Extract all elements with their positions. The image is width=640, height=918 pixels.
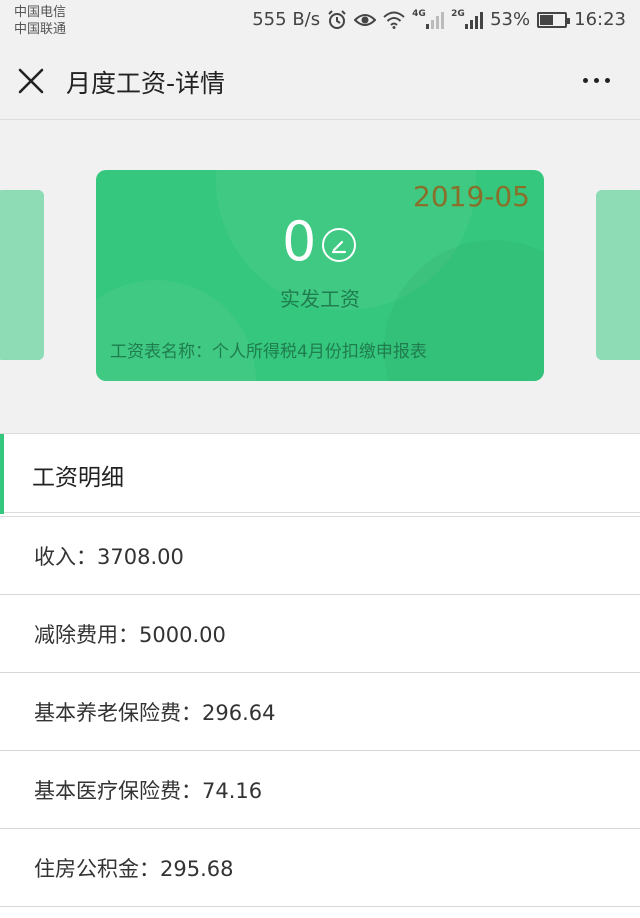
salary-sheet-name: 工资表名称：个人所得税4月份扣缴申报表 bbox=[110, 342, 427, 362]
salary-card[interactable]: 2019-05 0 实发工资 工资表名称：个人所得税4月份扣缴申报表 bbox=[96, 170, 544, 381]
net-salary-amount: 0 bbox=[282, 210, 317, 273]
salary-month: 2019-05 bbox=[413, 180, 530, 213]
status-bar: 中国电信 中国联通 555 B/s 4G 2G 53% 16:23 bbox=[0, 0, 640, 42]
detail-row-pension: 基本养老保险费：296.64 bbox=[0, 673, 640, 751]
page-title: 月度工资-详情 bbox=[66, 69, 226, 98]
next-card[interactable] bbox=[596, 190, 640, 360]
detail-row-income: 收入：3708.00 bbox=[0, 517, 640, 595]
net2-tag: 2G bbox=[451, 8, 465, 19]
salary-details: 工资明细 收入：3708.00 减除费用：5000.00 基本养老保险费：296… bbox=[0, 433, 640, 918]
net1-tag: 4G bbox=[412, 8, 426, 19]
battery-fill bbox=[540, 14, 553, 25]
detail-list: 收入：3708.00 减除费用：5000.00 基本养老保险费：296.64 基… bbox=[0, 516, 640, 907]
section-header: 工资明细 bbox=[0, 433, 640, 514]
eye-icon bbox=[354, 13, 377, 26]
status-indicators: 555 B/s 4G 2G 53% 16:23 bbox=[252, 8, 626, 31]
edit-icon[interactable] bbox=[322, 228, 356, 262]
signal-icon: 4G bbox=[412, 8, 445, 29]
previous-card[interactable] bbox=[0, 190, 44, 360]
more-icon[interactable] bbox=[583, 78, 610, 83]
nav-bar: 月度工资-详情 bbox=[0, 42, 640, 120]
clock: 16:23 bbox=[574, 9, 626, 30]
carrier-2: 中国联通 bbox=[14, 22, 67, 37]
net-speed: 555 B/s bbox=[252, 9, 321, 30]
alarm-icon bbox=[328, 9, 346, 29]
section-accent-bar bbox=[0, 434, 4, 514]
detail-row-medical: 基本医疗保险费：74.16 bbox=[0, 751, 640, 829]
salary-card-carousel: 2019-05 0 实发工资 工资表名称：个人所得税4月份扣缴申报表 bbox=[0, 120, 640, 433]
close-icon[interactable] bbox=[18, 68, 44, 94]
detail-row-deduction: 减除费用：5000.00 bbox=[0, 595, 640, 673]
carrier-info: 中国电信 中国联通 bbox=[14, 4, 66, 38]
detail-row-housing-fund: 住房公积金：295.68 bbox=[0, 829, 640, 907]
net-salary-label: 实发工资 bbox=[280, 287, 360, 311]
battery-percent: 53% bbox=[490, 9, 531, 30]
wifi-icon bbox=[383, 11, 405, 29]
carrier-1: 中国电信 bbox=[14, 5, 67, 20]
section-title: 工资明细 bbox=[32, 465, 124, 491]
battery-icon bbox=[537, 11, 571, 28]
signal-icon-2: 2G bbox=[451, 8, 484, 29]
